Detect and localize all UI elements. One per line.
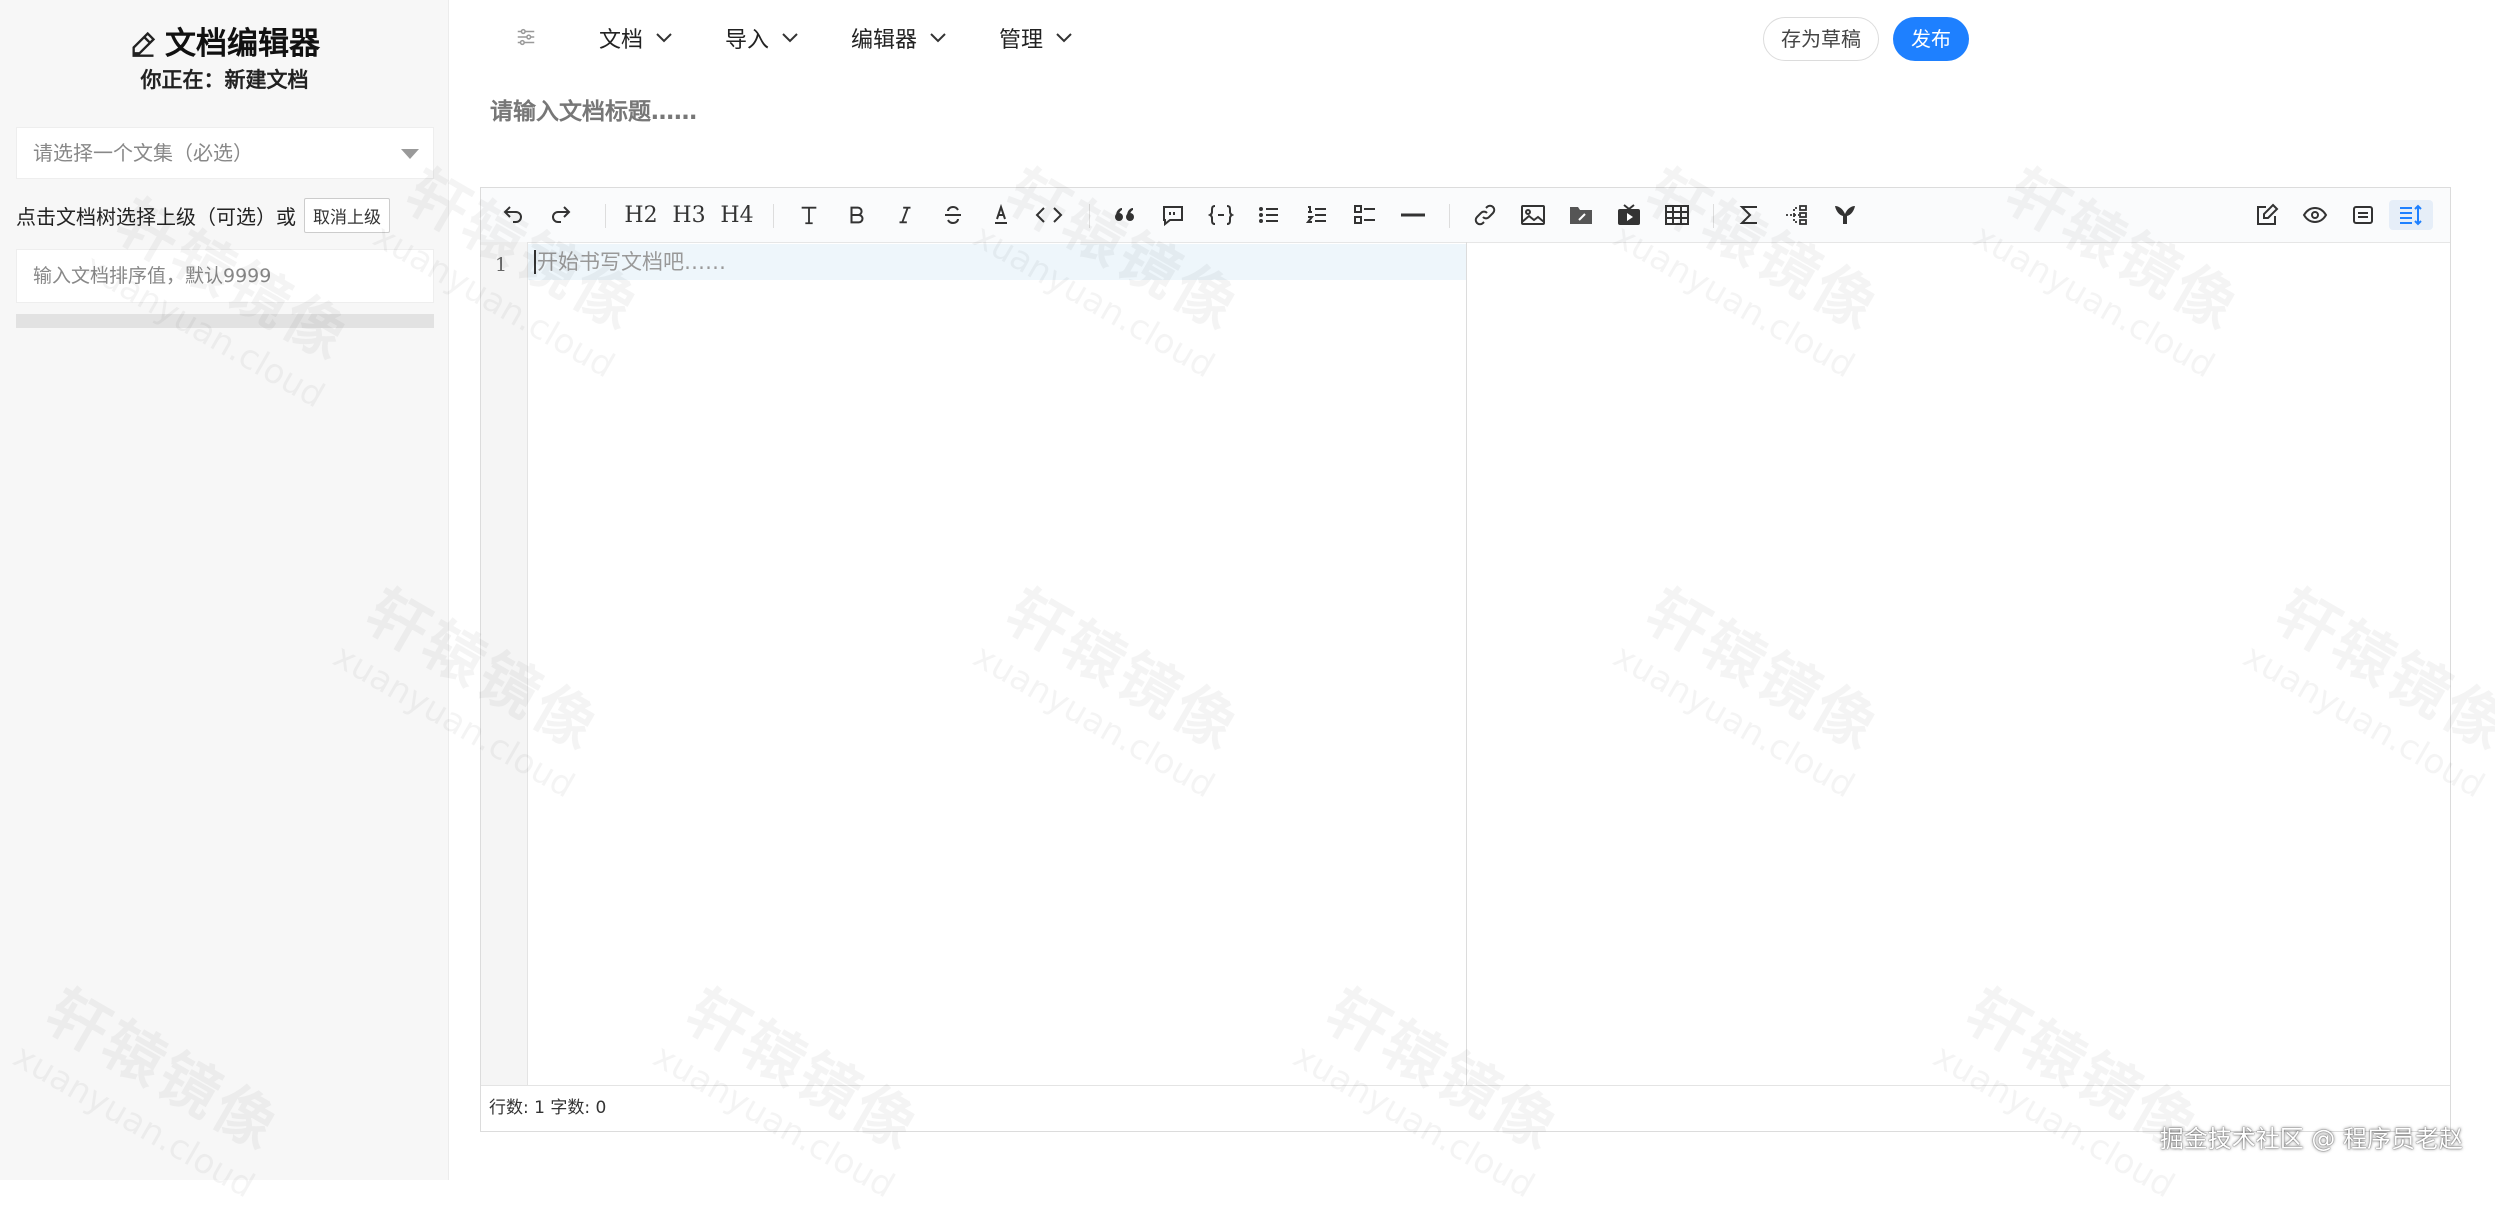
checklist-icon[interactable]	[1349, 200, 1381, 230]
doc-tree[interactable]	[16, 314, 434, 328]
strikethrough-icon[interactable]	[937, 200, 969, 230]
h2-icon[interactable]: H2	[624, 200, 657, 230]
line-gutter: 1	[481, 242, 528, 1086]
image-icon[interactable]	[1517, 200, 1549, 230]
menu-manage-label: 管理	[999, 28, 1044, 53]
parent-hint: 点击文档树选择上级（可选）或	[16, 205, 296, 229]
video-icon[interactable]	[1613, 200, 1645, 230]
settings-sliders-icon[interactable]	[515, 26, 537, 52]
mindmap-icon[interactable]	[1781, 200, 1813, 230]
bullet-list-icon[interactable]	[1253, 200, 1285, 230]
menu-import[interactable]: 导入	[725, 22, 799, 54]
bold-icon[interactable]	[841, 200, 873, 230]
preview-icon[interactable]	[2299, 200, 2331, 230]
menu-editor-label: 编辑器	[851, 28, 918, 53]
markdown-input-pane[interactable]: 开始书写文档吧……	[528, 242, 1466, 1086]
editor-status-bar: 行数: 1 字数: 0	[481, 1085, 2450, 1131]
chevron-down-icon	[930, 33, 946, 43]
edit-mode-icon[interactable]	[2251, 200, 2283, 230]
preview-pane	[1467, 242, 2450, 1086]
sort-order-input[interactable]	[16, 249, 434, 303]
h3-icon[interactable]: H3	[672, 200, 705, 230]
doc-title-input[interactable]	[488, 90, 2452, 134]
app-brand: 文档编辑器	[0, 18, 449, 66]
attachment-icon[interactable]	[1565, 200, 1597, 230]
caret-down-icon	[401, 149, 419, 159]
current-doc-label: 你正在：新建文档	[140, 68, 309, 92]
formula-icon[interactable]	[1733, 200, 1765, 230]
chevron-down-icon	[782, 33, 798, 43]
markdown-editor: H2 H3 H4 1 开始书写文档吧…… 行数: 1 字数: 0	[480, 187, 2451, 1132]
code-block-icon[interactable]	[1205, 200, 1237, 230]
chevron-down-icon	[1056, 33, 1072, 43]
sidebar: 文档编辑器 你正在：新建文档 请选择一个文集（必选） 点击文档树选择上级（可选）…	[0, 0, 449, 1180]
sync-scroll-icon[interactable]	[2389, 200, 2433, 230]
app-title: 文档编辑器	[165, 26, 320, 62]
parent-select-row: 点击文档树选择上级（可选）或 取消上级	[16, 198, 390, 233]
menu-manage[interactable]: 管理	[999, 22, 1073, 54]
line-number: 1	[494, 254, 508, 276]
collection-select[interactable]: 请选择一个文集（必选）	[16, 127, 434, 179]
inline-code-icon[interactable]	[1033, 200, 1065, 230]
italic-icon[interactable]	[889, 200, 921, 230]
undo-icon[interactable]	[497, 200, 529, 230]
collection-select-placeholder: 请选择一个文集（必选）	[33, 141, 253, 165]
save-draft-button[interactable]: 存为草稿	[1763, 17, 1879, 61]
redo-icon[interactable]	[545, 200, 577, 230]
comment-icon[interactable]	[1157, 200, 1189, 230]
menu-document-label: 文档	[599, 28, 644, 53]
quote-icon[interactable]	[1109, 200, 1141, 230]
font-color-icon[interactable]	[985, 200, 1017, 230]
link-icon[interactable]	[1469, 200, 1501, 230]
horizontal-rule-icon[interactable]	[1397, 200, 1429, 230]
editor-toolbar: H2 H3 H4	[481, 188, 2450, 243]
content-placeholder: 开始书写文档吧……	[534, 250, 726, 274]
cancel-parent-button[interactable]: 取消上级	[304, 198, 390, 233]
main-menu: 文档 导入 编辑器 管理	[599, 22, 1125, 54]
text-size-icon[interactable]	[793, 200, 825, 230]
chevron-down-icon	[656, 33, 672, 43]
ordered-list-icon[interactable]	[1301, 200, 1333, 230]
menu-import-label: 导入	[725, 28, 770, 53]
publish-button[interactable]: 发布	[1893, 17, 1969, 61]
menu-document[interactable]: 文档	[599, 22, 673, 54]
credit-watermark: 掘金技术社区 @ 程序员老赵	[2159, 1125, 2463, 1153]
preview-only-icon[interactable]	[2347, 200, 2379, 230]
table-icon[interactable]	[1661, 200, 1693, 230]
pencil-icon	[129, 30, 157, 66]
h4-icon[interactable]: H4	[720, 200, 753, 230]
mermaid-icon[interactable]	[1829, 200, 1861, 230]
menu-editor[interactable]: 编辑器	[851, 22, 947, 54]
top-header: 文档 导入 编辑器 管理	[449, 0, 2495, 78]
